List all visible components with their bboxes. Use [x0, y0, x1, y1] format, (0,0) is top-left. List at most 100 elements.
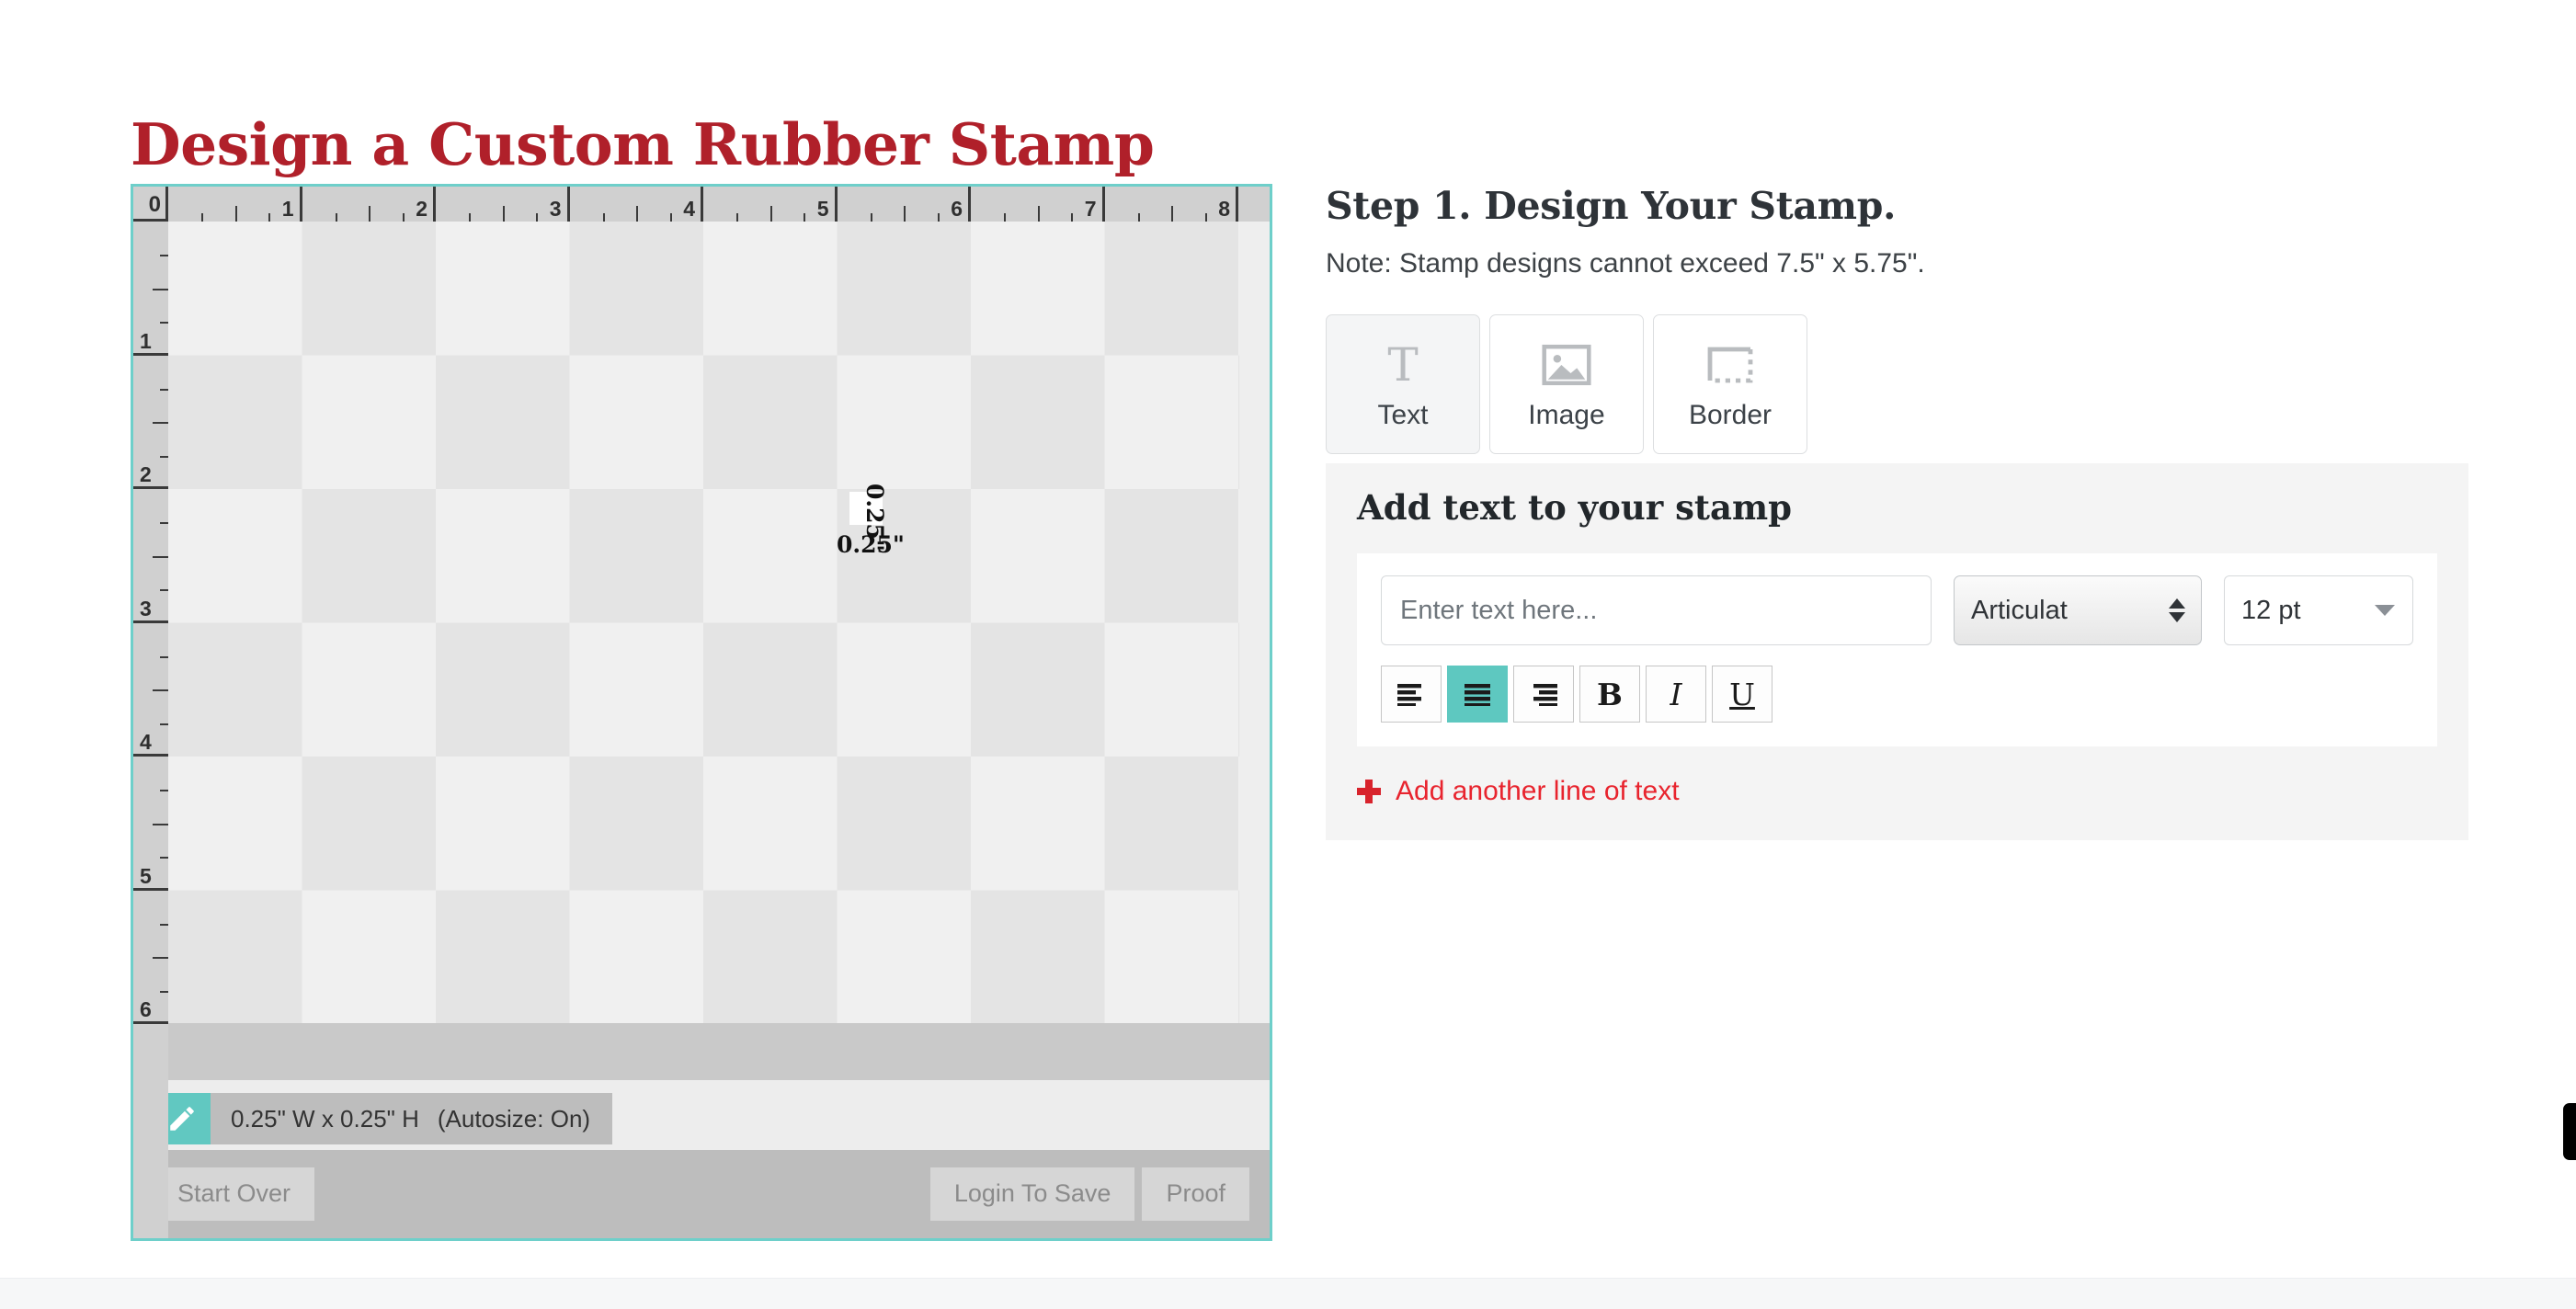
step-title: Step 1. Design Your Stamp.: [1326, 184, 1897, 228]
tab-border-label: Border: [1688, 400, 1772, 430]
ruler-label: 3: [549, 197, 562, 221]
font-size-select[interactable]: 12 pt: [2224, 575, 2413, 645]
add-another-line-link[interactable]: Add another line of text: [1357, 776, 1680, 807]
size-text: 0.25" W x 0.25" H (Autosize: On): [211, 1093, 612, 1144]
ruler-tick: [769, 206, 772, 222]
ruler-tick: [369, 206, 371, 222]
page-root: Design a Custom Rubber Stamp 0 1 2 3 4 5 6 7 8 …: [0, 0, 2576, 1309]
login-to-save-button[interactable]: Login To Save: [929, 1167, 1135, 1221]
ruler-tick: [234, 206, 237, 222]
bold-glyph: B: [1597, 676, 1623, 712]
ruler-tick: [469, 213, 472, 222]
align-right-button[interactable]: [1513, 666, 1574, 723]
designer-action-bar: Start Over Login To Save Proof: [133, 1150, 1270, 1238]
add-text-panel: Add text to your stamp Articulat: [1326, 463, 2468, 840]
ruler-label: 6: [951, 197, 963, 221]
tab-border[interactable]: Border: [1653, 314, 1807, 454]
tab-text[interactable]: T Text: [1326, 314, 1480, 454]
vertical-ruler: 1 2 3 4 5 6: [133, 222, 168, 1238]
proof-button[interactable]: Proof: [1142, 1167, 1249, 1221]
tab-text-label: Text: [1377, 400, 1429, 430]
page-edge-tab[interactable]: [2563, 1103, 2576, 1160]
text-controls: Articulat 12 pt: [1357, 553, 2437, 746]
ruler-tick: [160, 790, 168, 792]
add-text-heading: Add text to your stamp: [1357, 487, 1793, 528]
add-another-line-label: Add another line of text: [1396, 776, 1680, 806]
plus-icon: [1357, 780, 1381, 803]
ruler-label: 1: [281, 197, 294, 221]
ruler-tick: [1004, 213, 1007, 222]
ruler-tick: [904, 206, 906, 222]
align-left-button[interactable]: [1381, 666, 1442, 723]
border-icon: [1706, 337, 1754, 393]
ruler-inch-mark-h: 5: [703, 187, 838, 222]
font-select-wrapper: Articulat: [1954, 575, 2202, 645]
size-strip: 0.25" W x 0.25" H (Autosize: On): [133, 1080, 1270, 1155]
stamp-height-label: 0.25": [861, 484, 888, 552]
text-control-row: Articulat 12 pt: [1381, 575, 2413, 645]
ruler-label: 5: [816, 197, 829, 221]
ruler-tick: [160, 589, 168, 592]
ruler-inch-mark-v: 4: [133, 623, 168, 757]
ruler-tick: [153, 689, 168, 692]
ruler-tick: [160, 857, 168, 859]
text-input[interactable]: [1381, 575, 1932, 645]
canvas-lower-band: [133, 1023, 1270, 1080]
ruler-tick: [1171, 206, 1174, 222]
stamp-designer: 0 12345678 123456 0.25" 0.25" 0.25" W x …: [131, 184, 1272, 1241]
design-canvas[interactable]: 0.25" 0.25": [168, 222, 1239, 1023]
ruler-tick: [402, 213, 405, 222]
ruler-tick: [937, 213, 940, 222]
ruler-tick: [870, 213, 872, 222]
design-type-tabs: T Text Image Border: [1326, 314, 2475, 454]
tab-image-label: Image: [1528, 400, 1605, 430]
ruler-tick: [335, 213, 337, 222]
ruler-tick: [669, 213, 672, 222]
ruler-tick: [201, 213, 204, 222]
horizontal-ruler: 1 2 3 4 5 6 7 8: [168, 187, 1270, 222]
ruler-origin-label: 0: [148, 192, 161, 217]
stamp-size-widget[interactable]: 0.25" W x 0.25" H (Autosize: On): [154, 1093, 613, 1144]
step-note: Note: Stamp designs cannot exceed 7.5" x…: [1326, 248, 1925, 279]
ruler-origin-corner: 0: [133, 187, 168, 222]
ruler-label: 7: [1084, 197, 1097, 221]
ruler-inch-mark-h: 1: [168, 187, 302, 222]
design-options-panel: Step 1. Design Your Stamp. Note: Stamp d…: [1326, 184, 2475, 840]
ruler-inch-mark-h: 4: [570, 187, 703, 222]
bold-button[interactable]: B: [1579, 666, 1640, 723]
ruler-label: 3: [140, 596, 152, 620]
ruler-tick: [602, 213, 605, 222]
ruler-label: 4: [140, 730, 152, 754]
underline-button[interactable]: U: [1712, 666, 1772, 723]
ruler-tick: [160, 655, 168, 658]
ruler-tick: [804, 213, 806, 222]
ruler-tick: [1137, 213, 1140, 222]
ruler-inch-mark-h: 6: [838, 187, 971, 222]
ruler-tick: [1037, 206, 1040, 222]
ruler-inch-mark-v: 1: [133, 222, 168, 356]
designer-inner: 0 12345678 123456 0.25" 0.25" 0.25" W x …: [133, 187, 1270, 1238]
image-icon: [1542, 337, 1591, 393]
ruler-tick: [160, 723, 168, 725]
ruler-tick: [153, 555, 168, 558]
ruler-tick: [736, 213, 739, 222]
ruler-tick: [160, 522, 168, 525]
ruler-tick: [160, 388, 168, 391]
page-title: Design a Custom Rubber Stamp: [131, 110, 1155, 179]
ruler-inch-mark-h: 7: [971, 187, 1105, 222]
italic-button[interactable]: I: [1646, 666, 1706, 723]
ruler-tick: [153, 288, 168, 290]
ruler-tick: [1204, 213, 1207, 222]
size-select-wrapper: 12 pt: [2224, 575, 2413, 645]
font-select[interactable]: Articulat: [1954, 575, 2202, 645]
ruler-inch-mark-v: 6: [133, 891, 168, 1024]
text-format-toolbar: B I U: [1381, 666, 2413, 723]
ruler-inch-mark-v: 5: [133, 757, 168, 891]
tab-image[interactable]: Image: [1489, 314, 1644, 454]
ruler-inch-mark-h: 3: [436, 187, 570, 222]
ruler-tick: [160, 990, 168, 993]
align-center-button[interactable]: [1447, 666, 1508, 723]
start-over-button[interactable]: Start Over: [154, 1167, 315, 1221]
ruler-inch-mark-h: 8: [1105, 187, 1238, 222]
ruler-label: 8: [1218, 197, 1230, 221]
